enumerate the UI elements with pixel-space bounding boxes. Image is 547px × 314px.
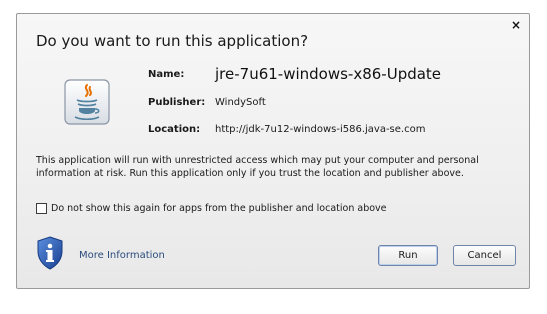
publisher-value: WindySoft: [215, 97, 266, 108]
location-value: http://jdk-7u12-windows-i586.java-se.com: [215, 124, 426, 135]
shield-info-icon: [37, 236, 63, 270]
publisher-label: Publisher:: [148, 97, 206, 108]
cancel-button[interactable]: Cancel: [453, 245, 516, 266]
close-icon[interactable]: ×: [511, 19, 521, 31]
run-button[interactable]: Run: [378, 245, 438, 266]
do-not-show-again-row[interactable]: Do not show this again for apps from the…: [36, 203, 387, 214]
warning-text: This application will run with unrestric…: [36, 155, 479, 179]
java-icon: [64, 79, 110, 125]
dialog-title: Do you want to run this application?: [36, 32, 309, 50]
do-not-show-again-checkbox[interactable]: [36, 203, 47, 214]
checkbox-label: Do not show this again for apps from the…: [51, 203, 387, 214]
more-information-link[interactable]: More Information: [79, 250, 165, 261]
security-dialog: × Do you want to run this application? N…: [16, 13, 530, 289]
name-value: jre-7u61-windows-x86-Update: [215, 65, 442, 83]
location-label: Location:: [148, 124, 201, 135]
name-label: Name:: [148, 69, 185, 80]
